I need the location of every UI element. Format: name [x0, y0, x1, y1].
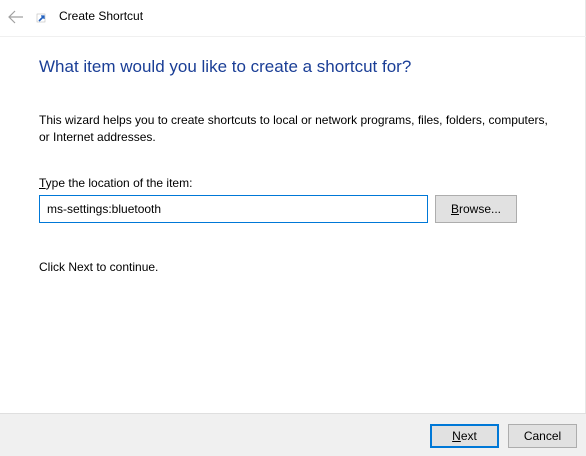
next-button-text: ext [460, 429, 477, 443]
browse-button-accel: B [450, 202, 459, 216]
create-shortcut-dialog: Create Shortcut What item would you like… [0, 0, 586, 456]
location-label-accel: T [39, 176, 46, 190]
page-heading: What item would you like to create a sho… [39, 57, 412, 76]
location-label: Type the location of the item: [39, 176, 192, 190]
back-button[interactable] [6, 7, 26, 27]
browse-button[interactable]: Browse... [435, 195, 517, 223]
location-label-text: ype the location of the item: [45, 176, 193, 190]
next-button-accel: N [452, 429, 461, 443]
next-button[interactable]: Next [430, 424, 499, 448]
arrow-left-icon [8, 10, 23, 24]
dialog-footer: Next Cancel [0, 413, 586, 456]
cancel-button[interactable]: Cancel [508, 424, 577, 448]
wizard-description: This wizard helps you to create shortcut… [39, 113, 548, 144]
location-input[interactable] [39, 195, 428, 223]
window-title: Create Shortcut [59, 9, 144, 23]
title-bar: Create Shortcut [0, 0, 586, 37]
continue-hint: Click Next to continue. [39, 260, 159, 274]
shortcut-wizard-icon [36, 13, 46, 23]
browse-button-text: rowse... [459, 202, 502, 216]
